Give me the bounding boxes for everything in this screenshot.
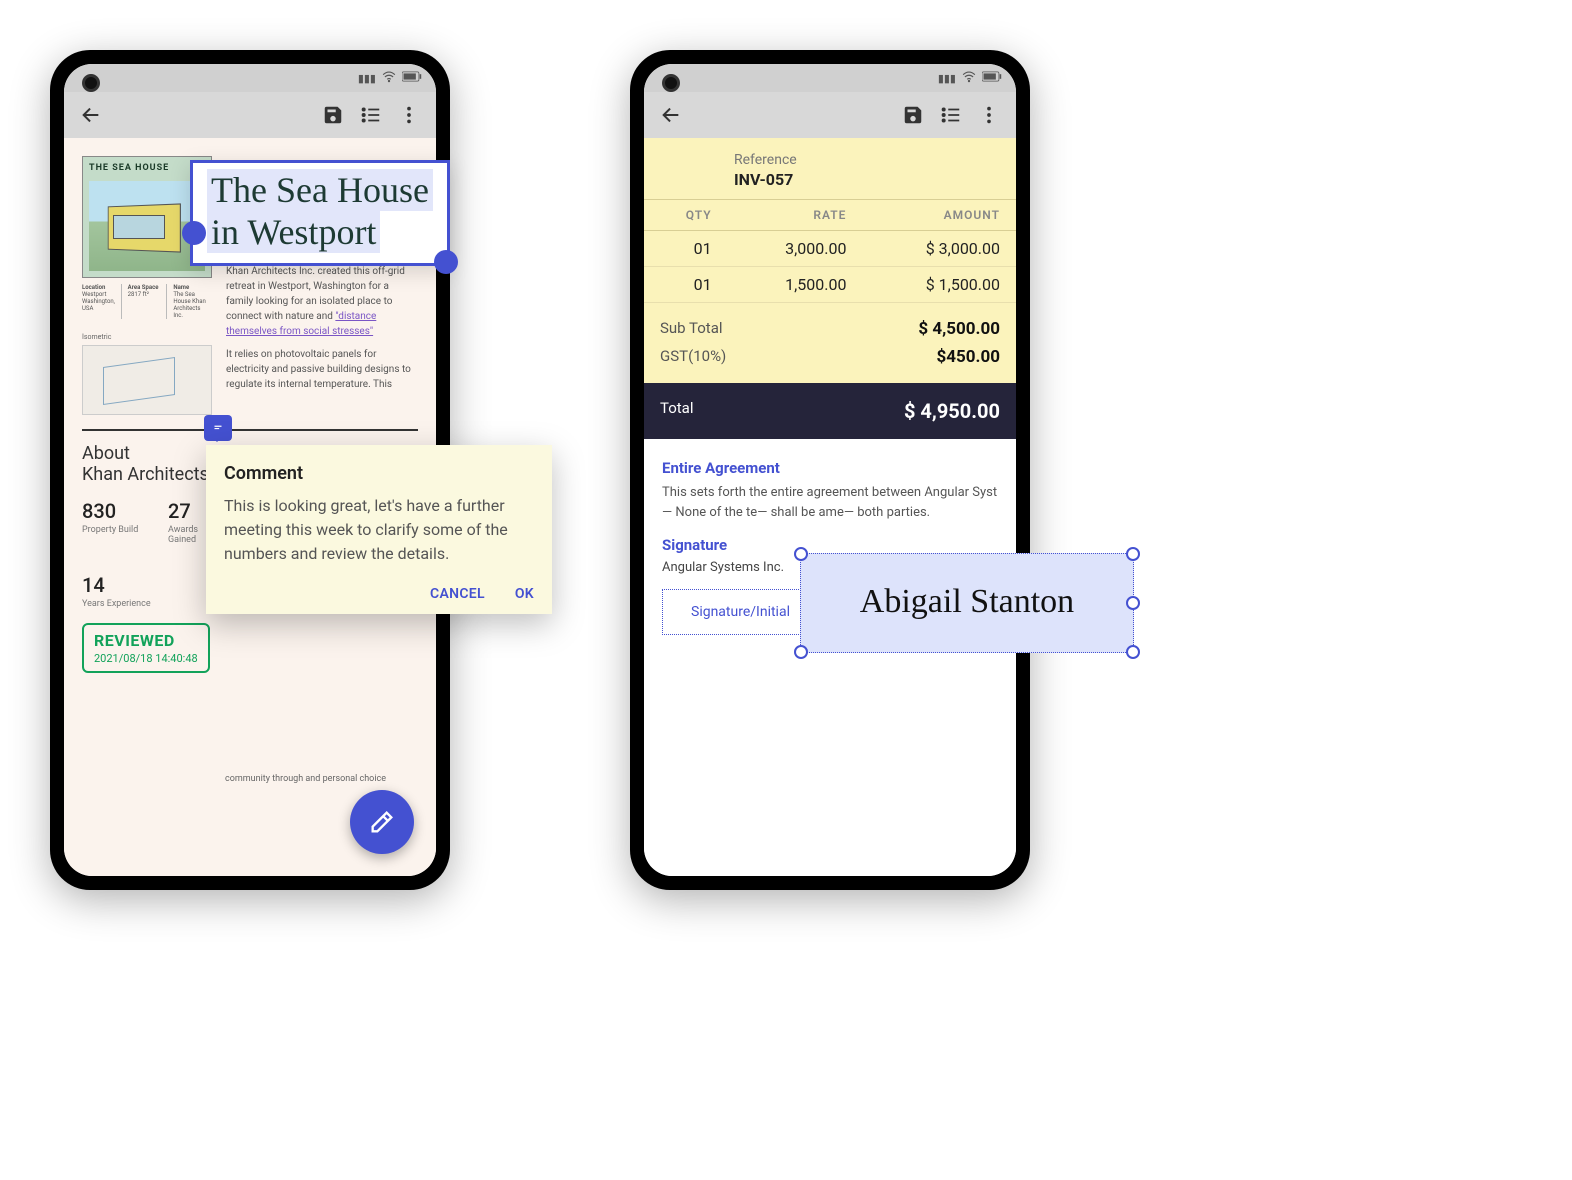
col-amount: AMOUNT xyxy=(862,200,1016,231)
signal-icon: ▮▮▮ xyxy=(358,72,376,85)
divider xyxy=(82,429,418,431)
comment-marker-icon[interactable] xyxy=(204,415,232,441)
list-button[interactable] xyxy=(356,100,386,130)
comment-title: Comment xyxy=(224,463,534,484)
comment-body: This is looking great, let's have a furt… xyxy=(224,494,534,566)
invoice-summary: Sub Total$ 4,500.00 GST(10%)$450.00 xyxy=(644,303,1016,383)
invoice-total: Total $ 4,950.00 xyxy=(644,383,1016,439)
more-button[interactable] xyxy=(974,100,1004,130)
status-bar: ▮▮▮ xyxy=(64,64,436,92)
stat-item: 830Property Build xyxy=(82,499,140,545)
signal-icon: ▮▮▮ xyxy=(938,72,956,85)
paragraph-1: Khan Architects Inc. created this off-gr… xyxy=(226,264,418,339)
camera-cutout xyxy=(662,74,680,92)
cancel-button[interactable]: CANCEL xyxy=(430,586,485,602)
battery-icon xyxy=(982,71,1002,85)
wifi-icon xyxy=(382,70,396,87)
wifi-icon xyxy=(962,70,976,87)
ok-button[interactable]: OK xyxy=(515,586,534,602)
battery-icon xyxy=(402,71,422,85)
trailing-text: community through and personal choice xyxy=(225,774,386,784)
top-app-bar xyxy=(64,92,436,138)
camera-cutout xyxy=(82,74,100,92)
col-qty: QTY xyxy=(644,200,728,231)
col-rate: RATE xyxy=(728,200,863,231)
agreement-text: This sets forth the entire agreement bet… xyxy=(662,483,998,522)
back-button[interactable] xyxy=(76,100,106,130)
save-button[interactable] xyxy=(898,100,928,130)
agreement-heading: Entire Agreement xyxy=(662,459,998,477)
resize-handle[interactable] xyxy=(794,547,808,561)
title-line-1: The Sea House xyxy=(207,169,433,211)
signature-slot-button[interactable]: Signature/Initial xyxy=(662,589,819,635)
status-bar: ▮▮▮ xyxy=(644,64,1016,92)
invoice-view[interactable]: Reference INV-057 QTY RATE AMOUNT 01 3,0… xyxy=(644,138,1016,876)
selection-handle[interactable] xyxy=(182,221,206,245)
hero-image-caption: THE SEA HOUSE xyxy=(89,163,169,173)
signature-heading: Signature xyxy=(662,536,998,554)
top-app-bar xyxy=(644,92,1016,138)
back-button[interactable] xyxy=(656,100,686,130)
invoice-table: QTY RATE AMOUNT 01 3,000.00 $ 3,000.00 0… xyxy=(644,199,1016,303)
isometric-label: Isometric xyxy=(82,333,111,341)
table-row: 01 1,500.00 $ 1,500.00 xyxy=(644,267,1016,303)
paragraph-2: It relies on photovoltaic panels for ele… xyxy=(226,347,418,392)
isometric-block: Isometric xyxy=(82,333,212,415)
reviewed-stamp: REVIEWED 2021/08/18 14:40:48 xyxy=(82,623,210,673)
invoice-reference: Reference INV-057 xyxy=(644,138,1016,199)
phone-right: ▮▮▮ Refer xyxy=(630,50,1030,890)
resize-handle[interactable] xyxy=(794,645,808,659)
resize-handle[interactable] xyxy=(1126,596,1140,610)
edit-fab[interactable] xyxy=(350,790,414,854)
signature-annotation[interactable]: Abigail Stanton xyxy=(800,553,1134,653)
screen-right: ▮▮▮ Refer xyxy=(644,64,1016,876)
resize-handle[interactable] xyxy=(1126,547,1140,561)
title-line-2: in Westport xyxy=(207,211,380,253)
save-button[interactable] xyxy=(318,100,348,130)
resize-handle[interactable] xyxy=(1126,645,1140,659)
selection-handle[interactable] xyxy=(434,250,458,274)
list-button[interactable] xyxy=(936,100,966,130)
meta-row: LocationWestport Washington, USA Area Sp… xyxy=(82,284,212,319)
signature-text: Abigail Stanton xyxy=(801,554,1133,650)
table-row: 01 3,000.00 $ 3,000.00 xyxy=(644,231,1016,267)
comment-dialog: Comment This is looking great, let's hav… xyxy=(206,445,552,614)
title-selection-callout[interactable]: The Sea House in Westport xyxy=(190,160,450,266)
more-button[interactable] xyxy=(394,100,424,130)
